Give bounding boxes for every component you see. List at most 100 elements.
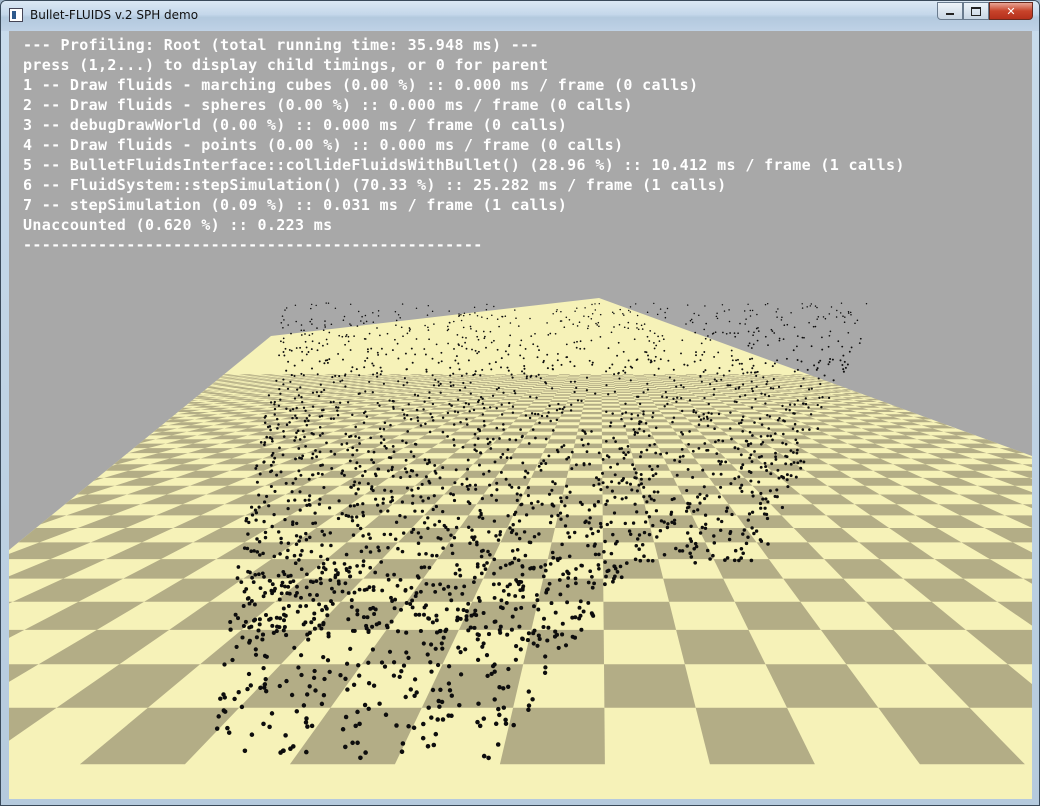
fluid-particle: [619, 308, 621, 311]
fluid-particle: [537, 636, 542, 642]
fluid-particle: [295, 406, 298, 410]
fluid-particle: [633, 557, 638, 562]
fluid-particle: [462, 381, 465, 385]
maximize-button[interactable]: [963, 2, 989, 20]
fluid-particle: [431, 742, 437, 748]
fluid-particle: [391, 474, 395, 478]
fluid-particle: [711, 553, 715, 558]
fluid-particle: [612, 436, 615, 440]
floor-tile: [700, 398, 720, 401]
fluid-particle: [753, 371, 756, 374]
fluid-particle: [618, 377, 621, 380]
fluid-particle: [416, 531, 421, 535]
fluid-particle: [431, 507, 435, 512]
floor-tile: [601, 431, 628, 436]
fluid-particle: [717, 438, 720, 442]
minimize-button[interactable]: [937, 2, 963, 20]
fluid-particle: [596, 500, 600, 504]
fluid-particle: [657, 367, 660, 370]
floor-tile: [710, 381, 725, 382]
floor-tile: [531, 470, 569, 478]
fluid-particle: [439, 382, 442, 385]
fluid-particle: [349, 485, 353, 489]
floor-tile: [575, 435, 602, 440]
floor-tile: [511, 403, 532, 406]
floor-tile: [628, 385, 643, 387]
fluid-particle: [310, 303, 313, 306]
fluid-particle: [334, 568, 338, 572]
fluid-particle: [526, 631, 531, 636]
fluid-particle: [703, 396, 706, 400]
fluid-particle: [839, 359, 842, 362]
fluid-particle: [627, 529, 632, 533]
fluid-particle: [828, 313, 831, 315]
fluid-particle: [336, 516, 341, 521]
minimize-icon: [946, 12, 954, 15]
fluid-particle: [536, 412, 540, 416]
fluid-particle: [766, 434, 769, 438]
fluid-particle: [383, 421, 387, 424]
fluid-particle: [482, 563, 486, 568]
floor-tile: [649, 397, 668, 399]
fluid-particle: [777, 476, 781, 480]
fluid-particle: [546, 625, 551, 630]
fluid-particle: [431, 583, 436, 587]
fluid-particle: [391, 349, 394, 352]
render-viewport[interactable]: --- Profiling: Root (total running time:…: [9, 31, 1032, 799]
fluid-particle: [681, 454, 685, 458]
fluid-particle: [714, 440, 717, 444]
fluid-particle: [436, 536, 440, 540]
fluid-particle: [702, 485, 706, 489]
fluid-particle: [316, 472, 320, 475]
fluid-particle: [623, 424, 626, 428]
fluid-particle: [379, 366, 382, 369]
fluid-particle: [557, 578, 562, 582]
fluid-particle: [348, 565, 352, 570]
window-app-icon[interactable]: [9, 8, 23, 22]
close-button[interactable]: ✕: [989, 2, 1033, 20]
fluid-particle: [458, 573, 463, 578]
fluid-particle: [740, 489, 744, 493]
fluid-particle: [804, 402, 808, 406]
fluid-particle: [492, 595, 497, 600]
fluid-particle: [268, 616, 273, 621]
floor-tile: [475, 382, 491, 383]
fluid-particle: [489, 330, 492, 333]
floor-tile: [483, 559, 548, 579]
floor-tile: [626, 382, 640, 383]
fluid-particle: [666, 402, 669, 406]
fluid-particle: [549, 332, 552, 335]
fluid-particle: [362, 702, 368, 708]
fluid-particle: [816, 306, 818, 309]
fluid-particle: [294, 542, 299, 547]
fluid-particle: [319, 701, 325, 707]
fluid-particle: [324, 320, 326, 322]
fluid-particle: [820, 406, 823, 409]
fluid-particle: [403, 694, 408, 700]
fluid-particle: [361, 510, 365, 515]
fluid-particle: [307, 630, 312, 635]
fluid-particle: [520, 636, 525, 641]
fluid-particle: [442, 523, 446, 528]
fluid-particle: [321, 463, 324, 467]
fluid-particle: [241, 623, 246, 629]
floor-tile: [556, 377, 568, 378]
floor-tile: [670, 402, 690, 404]
fluid-particle: [566, 576, 571, 580]
fluid-particle: [502, 428, 505, 431]
title-bar[interactable]: Bullet-FLUIDS v.2 SPH demo ✕: [1, 1, 1039, 31]
fluid-particle: [713, 355, 716, 358]
fluid-particle: [413, 509, 417, 513]
fluid-particle: [624, 496, 628, 500]
fluid-particle: [750, 387, 754, 390]
fluid-particle: [792, 451, 795, 454]
fluid-particle: [528, 416, 532, 420]
fluid-particle: [764, 303, 767, 306]
fluid-particle: [376, 375, 379, 378]
fluid-particle: [688, 537, 693, 541]
floor-tile: [477, 414, 501, 417]
profiler-line: 4 -- Draw fluids - points (0.00 %) :: 0.…: [23, 136, 624, 154]
fluid-particle: [273, 400, 276, 404]
floor-tile: [574, 385, 589, 387]
floor-tile: [674, 405, 695, 408]
